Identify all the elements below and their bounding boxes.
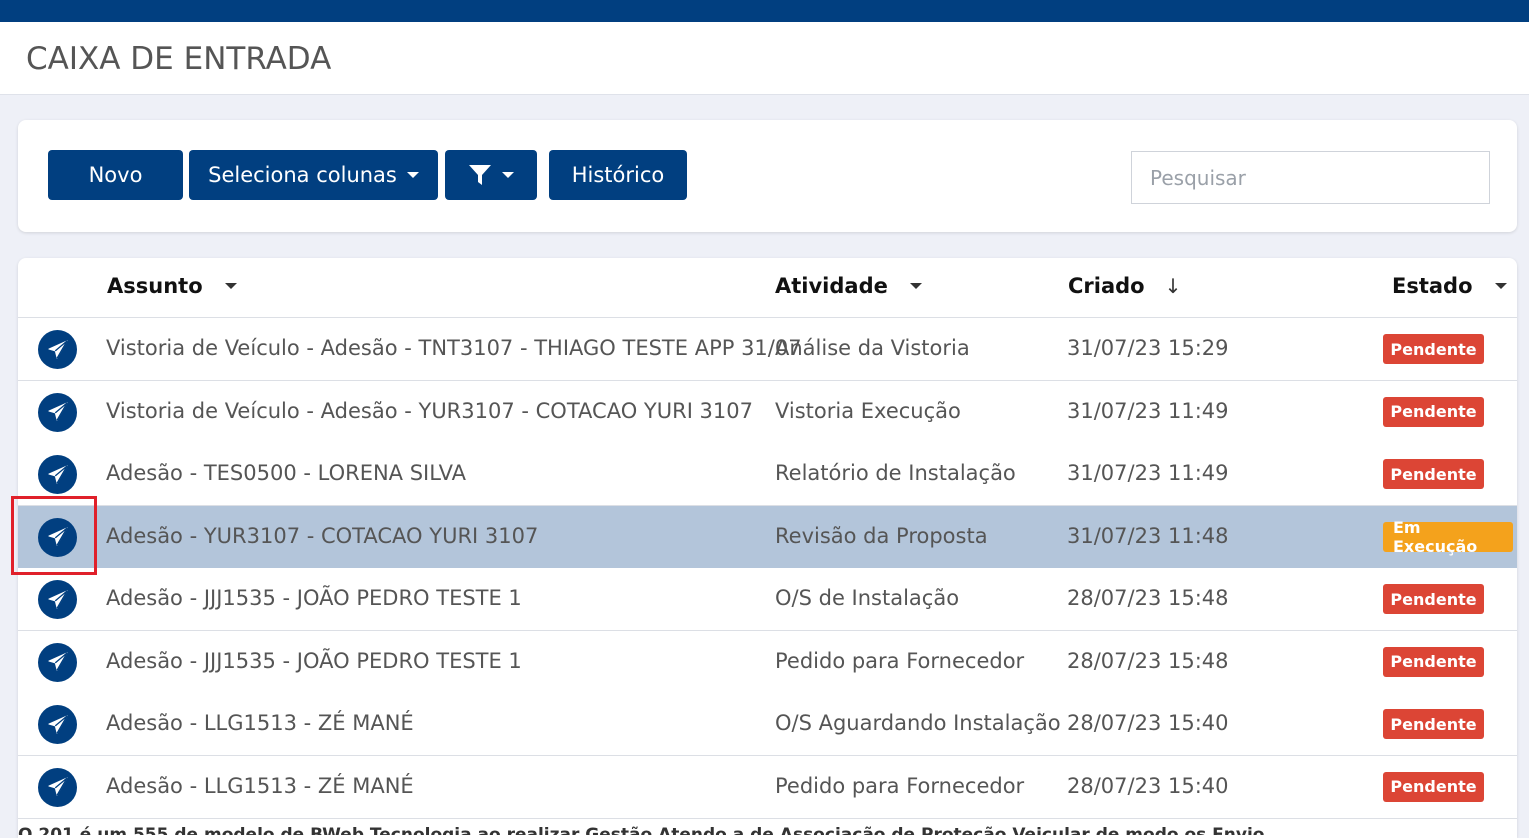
cell-activity: Vistoria Execução (775, 398, 961, 423)
cell-activity: Análise da Vistoria (775, 336, 970, 360)
cell-created: 28/07/23 15:48 (1067, 648, 1229, 673)
send-task-button[interactable] (38, 767, 77, 807)
cell-created: 28/07/23 15:40 (1067, 773, 1229, 798)
table-header: Assunto Atividade Criado ↓ Estado (18, 258, 1517, 318)
cell-activity: O/S de Instalação (775, 586, 960, 610)
cell-created: 31/07/23 11:49 (1067, 398, 1229, 423)
column-label-activity: Atividade (775, 274, 888, 298)
cell-activity: Relatório de Instalação (775, 461, 1016, 485)
send-task-button[interactable] (38, 642, 77, 682)
cell-created: 28/07/23 15:40 (1067, 711, 1229, 735)
page-header: CAIXA DE ENTRADA (0, 22, 1529, 95)
column-header-activity[interactable]: Atividade (775, 274, 922, 298)
filter-icon (469, 165, 491, 185)
cell-created: 28/07/23 15:48 (1067, 586, 1229, 610)
table-row[interactable]: Vistoria de Veículo - Adesão - YUR3107 -… (18, 380, 1517, 444)
filter-button[interactable] (445, 150, 537, 200)
table-row[interactable]: Adesão - JJJ1535 - JOÃO PEDRO TESTE 1 Ped… (18, 630, 1517, 694)
paper-plane-icon (47, 527, 68, 546)
new-button[interactable]: Novo (48, 150, 183, 200)
cell-created: 31/07/23 15:29 (1067, 336, 1229, 360)
footer-cut-text: O 201 é um 555 de modelo de BWeb Tecnolo… (18, 825, 1265, 835)
cell-activity: Pedido para Fornecedor (775, 773, 1025, 798)
inbox-table: Assunto Atividade Criado ↓ Estado Vistor… (18, 258, 1517, 838)
table-row[interactable]: Adesão - TES0500 - LORENA SILVA Relatório… (18, 443, 1517, 506)
column-label-created: Criado (1068, 274, 1145, 298)
send-task-button[interactable] (38, 580, 77, 619)
send-task-button[interactable] (38, 455, 77, 494)
cell-activity: Revisão da Proposta (775, 523, 988, 548)
toolbar-card: Novo Seleciona colunas Histórico (18, 120, 1517, 232)
send-task-button[interactable] (38, 392, 77, 432)
caret-down-icon (1494, 283, 1507, 289)
column-header-state[interactable]: Estado (1392, 274, 1507, 298)
sort-descending-icon: ↓ (1164, 274, 1182, 298)
table-row[interactable]: Adesão - LLG1513 - ZÉ MANÉ O/S Aguardando… (18, 693, 1517, 756)
send-task-button[interactable] (38, 705, 77, 744)
table-row[interactable]: Adesão - LLG1513 - ZÉ MANÉ Pedido para Fo… (18, 755, 1517, 819)
cell-subject: Vistoria de Veículo - Adesão - TNT3107 -… (106, 336, 802, 360)
paper-plane-icon (47, 714, 68, 734)
caret-down-icon (224, 283, 237, 289)
table-row[interactable]: Adesão - JJJ1535 - JOÃO PEDRO TESTE 1 O/S… (18, 568, 1517, 631)
column-label-subject: Assunto (107, 274, 203, 298)
cell-subject: Adesão - YUR3107 - COTACAO YURI 3107 (106, 523, 539, 548)
cell-created: 31/07/23 11:49 (1067, 461, 1229, 485)
select-columns-label: Seleciona colunas (208, 163, 397, 187)
paper-plane-icon (47, 339, 68, 359)
send-task-button[interactable] (38, 517, 77, 557)
cell-subject: Adesão - TES0500 - LORENA SILVA (106, 461, 467, 485)
paper-plane-icon (47, 589, 68, 609)
status-badge: Pendente (1383, 334, 1484, 364)
column-header-created[interactable]: Criado ↓ (1068, 274, 1181, 298)
top-bar (0, 0, 1529, 22)
send-task-button[interactable] (38, 330, 77, 369)
paper-plane-icon (47, 402, 68, 421)
paper-plane-icon (47, 777, 68, 796)
cell-subject: Vistoria de Veículo - Adesão - YUR3107 -… (106, 398, 754, 423)
cell-subject: Adesão - JJJ1535 - JOÃO PEDRO TESTE 1 (106, 586, 522, 610)
status-badge: Pendente (1383, 771, 1484, 802)
status-badge: Em Execução (1383, 518, 1513, 556)
table-row[interactable]: Adesão - YUR3107 - COTACAO YURI 3107 Revi… (18, 505, 1517, 569)
status-badge: Pendente (1383, 709, 1484, 739)
page-title: CAIXA DE ENTRADA (26, 41, 332, 77)
status-badge: Pendente (1383, 584, 1484, 614)
select-columns-button[interactable]: Seleciona colunas (189, 150, 438, 200)
paper-plane-icon (47, 652, 68, 671)
caret-down-icon (909, 283, 922, 289)
cell-activity: O/S Aguardando Instalação (775, 711, 1061, 735)
status-badge: Pendente (1383, 459, 1484, 489)
table-row[interactable]: Vistoria de Veículo - Adesão - TNT3107 -… (18, 318, 1517, 381)
paper-plane-icon (47, 464, 68, 484)
column-header-subject[interactable]: Assunto (107, 274, 237, 298)
chevron-down-icon (502, 172, 514, 178)
cell-activity: Pedido para Fornecedor (775, 648, 1025, 673)
search-input[interactable] (1131, 151, 1490, 204)
status-badge: Pendente (1383, 396, 1484, 427)
cell-subject: Adesão - LLG1513 - ZÉ MANÉ (106, 711, 414, 735)
cell-subject: Adesão - LLG1513 - ZÉ MANÉ (106, 773, 414, 798)
status-badge: Pendente (1383, 646, 1484, 677)
chevron-down-icon (406, 172, 419, 178)
column-label-state: Estado (1392, 274, 1473, 298)
cell-subject: Adesão - JJJ1535 - JOÃO PEDRO TESTE 1 (106, 648, 522, 673)
cell-created: 31/07/23 11:48 (1067, 523, 1229, 548)
history-button[interactable]: Histórico (549, 150, 687, 200)
